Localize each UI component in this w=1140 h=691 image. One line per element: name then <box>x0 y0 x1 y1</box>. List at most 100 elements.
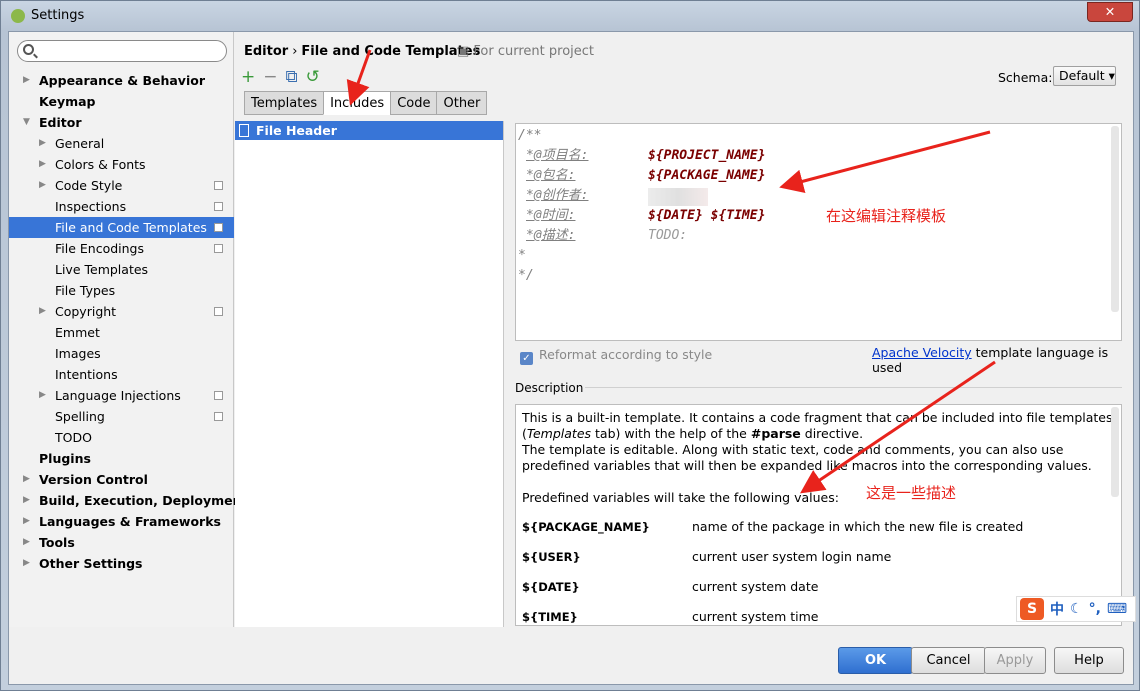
collapsed-arrow-icon[interactable]: ▶ <box>39 385 46 406</box>
sidebar-item-label: Spelling <box>55 409 105 424</box>
editor-line: */ <box>518 266 1121 286</box>
collapsed-arrow-icon[interactable]: ▶ <box>23 70 30 91</box>
collapsed-arrow-icon[interactable]: ▶ <box>39 301 46 322</box>
collapsed-arrow-icon[interactable]: ▶ <box>39 175 46 196</box>
ime-toolbar[interactable]: S 中 ☾ °, ⌨ <box>1016 596 1136 622</box>
expanded-arrow-icon[interactable]: ▼ <box>23 112 30 133</box>
editor-line: *@项目名: ${PROJECT_NAME} <box>518 146 1121 166</box>
settings-sidebar: ▶ Appearance & Behavior Keymap ▼ Editor ▶ Gene… <box>9 32 247 627</box>
collapsed-arrow-icon[interactable]: ▶ <box>23 532 30 553</box>
search-input[interactable] <box>17 40 227 62</box>
template-tabs: Templates Includes Code Other <box>244 91 488 115</box>
sidebar-item-label: Live Templates <box>55 262 149 277</box>
add-icon[interactable]: + <box>241 68 255 86</box>
sidebar-item[interactable]: ▶ General <box>9 133 234 154</box>
sidebar-item[interactable]: ▶ Languages & Frameworks <box>9 511 234 532</box>
sidebar-item-label: Version Control <box>39 472 148 487</box>
description-paragraph-1: This is a built-in template. It contains… <box>522 410 1113 441</box>
variable-description: name of the package in which the new fil… <box>692 519 1024 534</box>
sidebar-item-label: General <box>55 136 105 151</box>
tag-key: *@包名: <box>526 168 576 183</box>
sidebar-item[interactable]: ▶ Appearance & Behavior <box>9 70 234 91</box>
collapsed-arrow-icon[interactable]: ▶ <box>23 511 30 532</box>
sidebar-item[interactable]: Inspections <box>9 196 234 217</box>
sidebar-item[interactable]: Keymap <box>9 91 234 112</box>
list-item[interactable]: File Header <box>235 121 503 140</box>
sidebar-item[interactable]: ▶ Language Injections <box>9 385 234 406</box>
sidebar-item[interactable]: ▶ Other Settings <box>9 553 234 574</box>
ok-button[interactable]: OK <box>838 647 913 674</box>
tab-templates[interactable]: Templates <box>244 91 325 115</box>
sidebar-item[interactable]: Emmet <box>9 322 234 343</box>
sidebar-item-label: Inspections <box>55 199 127 214</box>
project-scope-icon <box>214 181 223 190</box>
collapsed-arrow-icon[interactable]: ▶ <box>23 553 30 574</box>
description-panel: This is a built-in template. It contains… <box>515 404 1122 626</box>
project-scope-icon <box>214 202 223 211</box>
close-button[interactable]: ✕ <box>1087 2 1133 22</box>
sidebar-item[interactable]: ▶ Copyright <box>9 301 234 322</box>
moon-icon[interactable]: ☾ <box>1070 601 1083 617</box>
redacted-author <box>648 188 708 206</box>
sidebar-item[interactable]: File Encodings <box>9 238 234 259</box>
divider <box>585 387 1122 388</box>
collapsed-arrow-icon[interactable]: ▶ <box>39 133 46 154</box>
variable-description: current system time <box>692 609 819 624</box>
cancel-button[interactable]: Cancel <box>911 647 986 674</box>
sidebar-item[interactable]: ▼ Editor <box>9 112 234 133</box>
reformat-checkbox[interactable]: ✓ Reformat according to style <box>520 347 712 365</box>
variable-name: ${TIME} <box>522 610 578 624</box>
sidebar-item[interactable]: Images <box>9 343 234 364</box>
predefined-variables-heading: Predefined variables will take the follo… <box>522 490 839 505</box>
sidebar-item[interactable]: Spelling <box>9 406 234 427</box>
sidebar-item-label: Emmet <box>55 325 100 340</box>
apply-button[interactable]: Apply <box>984 647 1046 674</box>
tab-code[interactable]: Code <box>390 91 438 115</box>
sidebar-item-label: Copyright <box>55 304 117 319</box>
comment-text: /** <box>518 128 542 143</box>
editor-line: *@创作者: <box>518 186 1121 206</box>
sidebar-item[interactable]: ▶ Code Style <box>9 175 234 196</box>
remove-icon[interactable]: − <box>263 68 277 86</box>
tab-other[interactable]: Other <box>436 91 488 115</box>
template-variable: ${PROJECT_NAME} <box>648 148 766 163</box>
sidebar-item[interactable]: Plugins <box>9 448 234 469</box>
sidebar-item[interactable]: ▶ Build, Execution, Deployment <box>9 490 247 511</box>
apache-velocity-link[interactable]: Apache Velocity <box>872 345 972 360</box>
android-studio-icon <box>11 9 25 23</box>
sidebar-item[interactable]: File Types <box>9 280 234 301</box>
ime-mode[interactable]: 中 <box>1050 599 1064 619</box>
reset-icon[interactable]: ↺ <box>306 68 320 86</box>
reformat-label: Reformat according to style <box>539 347 713 362</box>
sidebar-item[interactable]: ▶ Tools <box>9 532 234 553</box>
sidebar-item-label: Build, Execution, Deployment <box>39 493 248 508</box>
sidebar-item-label: Keymap <box>39 94 96 109</box>
variable-row: ${DATE} current system date <box>522 578 1115 596</box>
variable-name: ${USER} <box>522 550 581 564</box>
collapsed-arrow-icon[interactable]: ▶ <box>23 490 30 511</box>
collapsed-arrow-icon[interactable]: ▶ <box>39 154 46 175</box>
tab-includes[interactable]: Includes <box>323 91 392 115</box>
annotation-description: 这是一些描述 <box>866 484 957 502</box>
sidebar-item[interactable]: Live Templates <box>9 259 234 280</box>
variable-row: ${USER} current user system login name <box>522 548 1115 566</box>
sidebar-item[interactable]: ▶ Colors & Fonts <box>9 154 234 175</box>
template-editor[interactable]: /** *@项目名: ${PROJECT_NAME} *@包名: ${PACKAGE_N… <box>515 123 1122 341</box>
sidebar-item-label: Intentions <box>55 367 118 382</box>
copy-icon[interactable]: ⧉ <box>286 68 298 86</box>
toolbar: + − ⧉ ↺ <box>241 68 320 86</box>
punctuation-icon[interactable]: °, <box>1089 601 1101 617</box>
collapsed-arrow-icon[interactable]: ▶ <box>23 469 30 490</box>
for-project-label: For current project <box>473 44 595 59</box>
comment-text: * <box>518 248 526 263</box>
sidebar-item[interactable]: ▶ Version Control <box>9 469 234 490</box>
description-scrollbar[interactable] <box>1111 407 1119 497</box>
sidebar-item-label: Other Settings <box>39 556 143 571</box>
sidebar-item[interactable]: File and Code Templates <box>9 217 234 238</box>
sidebar-item[interactable]: TODO <box>9 427 234 448</box>
keyboard-icon[interactable]: ⌨ <box>1107 601 1127 617</box>
schema-dropdown[interactable]: Default ▾ <box>1053 66 1116 86</box>
sidebar-item[interactable]: Intentions <box>9 364 234 385</box>
title-bar: Settings ✕ <box>1 1 1139 31</box>
help-button[interactable]: Help <box>1054 647 1124 674</box>
